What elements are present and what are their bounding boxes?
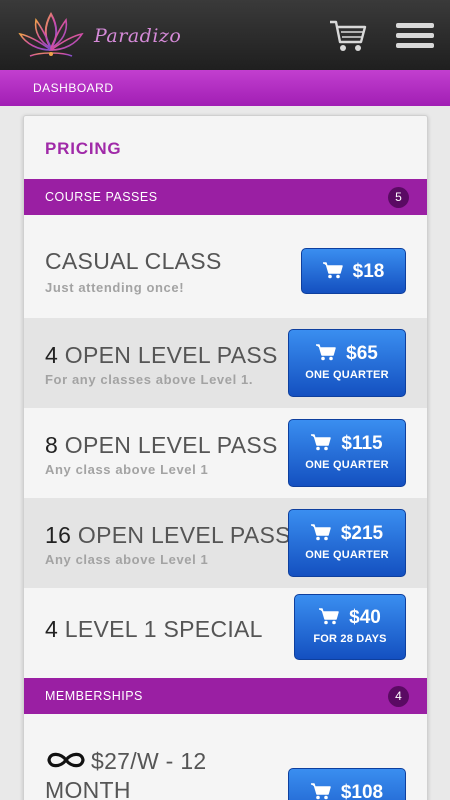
infinity-icon — [47, 752, 85, 768]
billing-period: ONE QUARTER — [305, 459, 389, 471]
list-item: 8 OPEN LEVEL PASS Any class above Level … — [24, 408, 427, 498]
buy-button[interactable]: $215 ONE QUARTER — [288, 509, 406, 577]
count-badge: 4 — [388, 686, 409, 707]
list-item: 4 LEVEL 1 SPECIAL $40 FOR 28 DAYS — [24, 588, 427, 678]
count-badge: 5 — [388, 187, 409, 208]
buy-button[interactable]: $115 ONE QUARTER — [288, 419, 406, 487]
cart-icon — [330, 20, 367, 51]
buy-button[interactable]: $18 — [301, 248, 406, 294]
hamburger-menu-icon[interactable] — [396, 23, 434, 49]
item-title: CASUAL CLASS — [45, 248, 222, 274]
billing-period: ONE QUARTER — [305, 369, 389, 381]
list-item: $27/W - 12 MONTH $108 — [24, 714, 427, 800]
item-title: 8 OPEN LEVEL PASS — [45, 432, 278, 458]
brand-name: Paradizo — [94, 25, 182, 47]
cart-icon — [310, 783, 331, 800]
item-subtitle: Any class above Level 1 — [45, 462, 209, 477]
pricing-card: PRICING COURSE PASSES 5 CASUAL CLASS Jus… — [23, 115, 428, 800]
cart-icon — [310, 524, 331, 541]
cart-button[interactable] — [328, 18, 368, 54]
list-item: CASUAL CLASS Just attending once! $18 — [24, 215, 427, 318]
item-title: 4 OPEN LEVEL PASS — [45, 342, 278, 368]
section-label: COURSE PASSES — [45, 190, 158, 204]
billing-period: ONE QUARTER — [305, 549, 389, 561]
cart-icon — [319, 608, 339, 625]
item-subtitle: Any class above Level 1 — [45, 552, 209, 567]
breadcrumb: DASHBOARD — [0, 70, 450, 106]
item-title: $27/W - 12 — [45, 748, 207, 775]
lotus-logo-icon — [18, 12, 84, 57]
item-title: 4 LEVEL 1 SPECIAL — [45, 616, 263, 642]
billing-period: FOR 28 DAYS — [313, 633, 387, 645]
buy-button[interactable]: $108 — [288, 768, 406, 800]
cart-icon — [322, 262, 343, 279]
top-bar: Paradizo — [0, 0, 450, 70]
section-label: MEMBERSHIPS — [45, 689, 143, 703]
section-header-memberships[interactable]: MEMBERSHIPS 4 — [24, 678, 427, 714]
breadcrumb-dashboard[interactable]: DASHBOARD — [33, 81, 114, 95]
item-title-line2: MONTH — [45, 777, 131, 800]
list-item: 4 OPEN LEVEL PASS For any classes above … — [24, 318, 427, 408]
buy-button[interactable]: $65 ONE QUARTER — [288, 329, 406, 397]
list-item: 16 OPEN LEVEL PASS Any class above Level… — [24, 498, 427, 588]
brand-logo[interactable]: Paradizo — [16, 8, 186, 64]
item-subtitle: Just attending once! — [45, 280, 185, 295]
section-header-course-passes[interactable]: COURSE PASSES 5 — [24, 179, 427, 215]
item-title: 16 OPEN LEVEL PASS — [45, 522, 291, 548]
page-title: PRICING — [45, 139, 122, 158]
buy-button[interactable]: $40 FOR 28 DAYS — [294, 594, 406, 660]
item-subtitle: For any classes above Level 1. — [45, 372, 254, 387]
cart-icon — [311, 434, 332, 451]
cart-icon — [316, 344, 336, 361]
